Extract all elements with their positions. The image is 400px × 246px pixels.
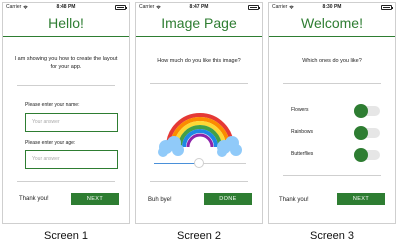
title-divider bbox=[3, 36, 129, 37]
status-bar: Carrier 8:30 PM bbox=[269, 3, 395, 12]
toggle-knob bbox=[354, 104, 368, 118]
status-time: 8:47 PM bbox=[189, 4, 209, 10]
status-time: 8:48 PM bbox=[56, 4, 76, 10]
slider-track-empty bbox=[198, 163, 246, 164]
phone-screen-1: Carrier 8:48 PM Hello! I am showing you … bbox=[2, 2, 130, 224]
title-divider bbox=[136, 36, 262, 37]
page-title: Hello! bbox=[48, 15, 84, 31]
divider bbox=[283, 83, 381, 84]
next-button[interactable]: NEXT bbox=[337, 193, 385, 205]
name-field-label: Please enter your name: bbox=[25, 102, 80, 108]
phone-screen-3: Carrier 8:30 PM Welcome! Which ones do y… bbox=[268, 2, 396, 224]
rating-slider-thumb[interactable] bbox=[194, 158, 204, 168]
toggle-knob bbox=[354, 148, 368, 162]
divider bbox=[283, 175, 381, 176]
toggle-flowers[interactable] bbox=[354, 104, 380, 118]
age-input[interactable]: Your answer bbox=[25, 150, 118, 169]
toggle-label-flowers: Flowers bbox=[291, 107, 309, 113]
slider-track-filled bbox=[154, 163, 198, 164]
age-field-label: Please enter your age: bbox=[25, 140, 76, 146]
status-time: 8:30 PM bbox=[322, 4, 342, 10]
page-title: Image Page bbox=[161, 15, 237, 31]
divider bbox=[150, 181, 248, 182]
battery-icon bbox=[248, 5, 260, 10]
toggle-knob bbox=[354, 126, 368, 140]
title-divider bbox=[269, 36, 395, 37]
question-text: Which ones do you like? bbox=[302, 58, 362, 64]
toggle-label-rainbows: Rainbows bbox=[291, 129, 313, 135]
screen-caption: Screen 1 bbox=[43, 230, 89, 242]
question-text: How much do you like this image? bbox=[157, 58, 241, 64]
battery-icon bbox=[115, 5, 127, 10]
status-bar: Carrier 8:48 PM bbox=[3, 3, 129, 12]
name-input[interactable]: Your answer bbox=[25, 113, 118, 132]
phone-screen-2: Carrier 8:47 PM Image Page How much do y… bbox=[135, 2, 263, 224]
divider bbox=[17, 85, 115, 86]
rainbow-icon bbox=[158, 113, 242, 157]
divider bbox=[17, 181, 115, 182]
page-title: Welcome! bbox=[301, 15, 363, 31]
divider bbox=[150, 83, 248, 84]
toggle-rainbows[interactable] bbox=[354, 126, 380, 140]
screen-caption: Screen 3 bbox=[309, 230, 355, 242]
status-bar: Carrier 8:47 PM bbox=[136, 3, 262, 12]
done-button[interactable]: DONE bbox=[204, 193, 252, 205]
screen-caption: Screen 2 bbox=[176, 230, 222, 242]
footer-text: Buh bye! bbox=[148, 197, 172, 203]
battery-icon bbox=[381, 5, 393, 10]
next-button[interactable]: NEXT bbox=[71, 193, 119, 205]
intro-text: I am showing you how to create the layou… bbox=[14, 56, 118, 70]
footer-text: Thank you! bbox=[279, 197, 309, 203]
footer-text: Thank you! bbox=[19, 196, 49, 202]
toggle-label-butterflies: Butterflies bbox=[291, 151, 314, 157]
toggle-butterflies[interactable] bbox=[354, 148, 380, 162]
